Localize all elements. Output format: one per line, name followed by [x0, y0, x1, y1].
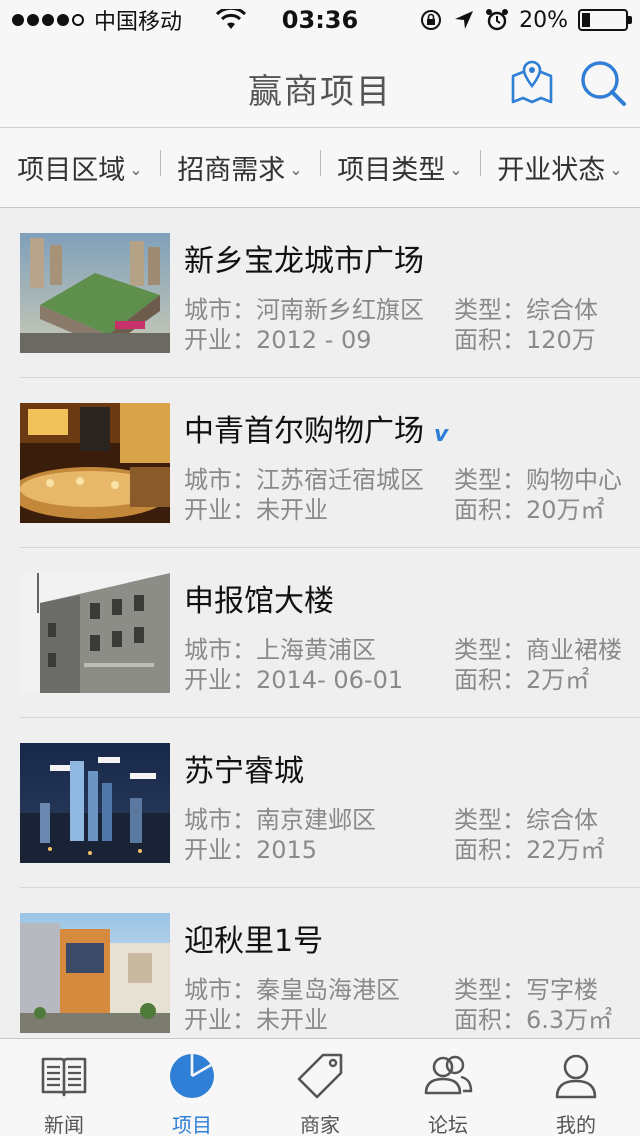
app-screen: 中国移动 03:36 20% 赢商项目 项目区域 ⌄ 招商需求 ⌄ 项目类型 ⌄…: [0, 0, 640, 1136]
filter-label: 项目类型: [337, 155, 446, 186]
filter-region[interactable]: 项目区域 ⌄: [0, 148, 160, 187]
chevron-down-icon: ⌄: [609, 160, 623, 179]
project-opening: 开业：2014- 06-01: [184, 666, 404, 694]
project-area: 面积：22万㎡: [454, 836, 605, 864]
map-pin-icon[interactable]: [510, 58, 554, 106]
project-area: 面积：120万: [454, 326, 596, 354]
pie-chart-icon: [167, 1051, 217, 1105]
filter-label: 开业状态: [497, 155, 606, 186]
tab-label: 新闻: [44, 1113, 84, 1136]
project-title: 中青首尔购物广场 v: [184, 406, 448, 450]
project-title: 迎秋里1号: [184, 916, 323, 960]
newspaper-icon: [39, 1051, 89, 1105]
project-thumbnail: [20, 403, 170, 523]
filter-project-type[interactable]: 项目类型 ⌄: [320, 148, 480, 187]
project-title: 新乡宝龙城市广场: [184, 236, 424, 280]
project-title: 苏宁睿城: [184, 746, 304, 790]
wifi-icon: [216, 9, 247, 29]
list-item[interactable]: 申报馆大楼 城市：上海黄浦区 开业：2014- 06-01 类型：商业裙楼 面积：2万㎡: [20, 548, 640, 718]
rotation-lock-icon: [421, 10, 442, 30]
list-item[interactable]: 苏宁睿城 城市：南京建邺区 开业：2015 类型：综合体 面积：22万㎡: [20, 718, 640, 888]
signal-strength-icon: [12, 14, 84, 26]
project-name: 申报馆大楼: [184, 584, 334, 619]
project-area: 面积：6.3万㎡: [454, 1006, 613, 1034]
list-item[interactable]: 中青首尔购物广场 v 城市：江苏宿迁宿城区 开业：未开业 类型：购物中心 面积：20万㎡: [20, 378, 640, 548]
project-title: 申报馆大楼: [184, 576, 334, 620]
project-name: 中青首尔购物广场: [184, 414, 424, 449]
verified-badge-icon: v: [434, 422, 449, 447]
list-item[interactable]: 新乡宝龙城市广场 城市：河南新乡红旗区 开业：2012 - 09 类型：综合体 面积：1…: [20, 208, 640, 378]
project-thumbnail: [20, 913, 170, 1033]
carrier-name: 中国移动: [94, 10, 183, 35]
project-thumbnail: [20, 743, 170, 863]
tag-icon: [295, 1051, 345, 1105]
filter-bar: 项目区域 ⌄ 招商需求 ⌄ 项目类型 ⌄ 开业状态 ⌄: [0, 128, 640, 208]
user-icon: [551, 1051, 601, 1105]
filter-label: 项目区域: [17, 155, 126, 186]
search-icon[interactable]: [578, 58, 628, 108]
chevron-down-icon: ⌄: [449, 160, 463, 179]
list-item[interactable]: 迎秋里1号 城市：秦皇岛海港区 开业：未开业 类型：写字楼 面积：6.3万㎡: [20, 888, 640, 1038]
filter-label: 招商需求: [177, 155, 286, 186]
project-thumbnail: [20, 233, 170, 353]
tab-projects[interactable]: 项目: [128, 1039, 256, 1136]
users-icon: [423, 1051, 473, 1105]
project-area: 面积：20万㎡: [454, 496, 605, 524]
project-thumbnail: [20, 573, 170, 693]
tab-label: 项目: [172, 1113, 212, 1136]
project-opening: 开业：2012 - 09: [184, 326, 372, 354]
project-opening: 开业：未开业: [184, 1006, 328, 1034]
tab-me[interactable]: 我的: [512, 1039, 640, 1136]
tab-bar: 新闻 项目 商家 论坛 我的: [0, 1038, 640, 1136]
project-opening: 开业：2015: [184, 836, 318, 864]
filter-leasing-demand[interactable]: 招商需求 ⌄: [160, 148, 320, 187]
chevron-down-icon: ⌄: [289, 160, 303, 179]
tab-label: 论坛: [428, 1113, 468, 1136]
tab-label: 商家: [300, 1113, 340, 1136]
filter-opening-status[interactable]: 开业状态 ⌄: [480, 148, 640, 187]
project-name: 苏宁睿城: [184, 754, 304, 789]
project-opening: 开业：未开业: [184, 496, 328, 524]
project-list[interactable]: 新乡宝龙城市广场 城市：河南新乡红旗区 开业：2012 - 09 类型：综合体 面积：1…: [0, 208, 640, 1038]
battery-icon: [578, 9, 632, 31]
tab-forum[interactable]: 论坛: [384, 1039, 512, 1136]
project-area: 面积：2万㎡: [454, 666, 590, 694]
alarm-icon: [486, 9, 509, 31]
status-bar: 中国移动 03:36 20%: [0, 0, 640, 40]
project-name: 新乡宝龙城市广场: [184, 244, 424, 279]
tab-news[interactable]: 新闻: [0, 1039, 128, 1136]
project-name: 迎秋里1号: [184, 924, 324, 959]
location-arrow-icon: [455, 11, 474, 29]
nav-bar: 赢商项目: [0, 40, 640, 128]
tab-merchants[interactable]: 商家: [256, 1039, 384, 1136]
battery-percent: 20%: [519, 7, 568, 33]
tab-label: 我的: [556, 1113, 596, 1136]
chevron-down-icon: ⌄: [129, 160, 143, 179]
